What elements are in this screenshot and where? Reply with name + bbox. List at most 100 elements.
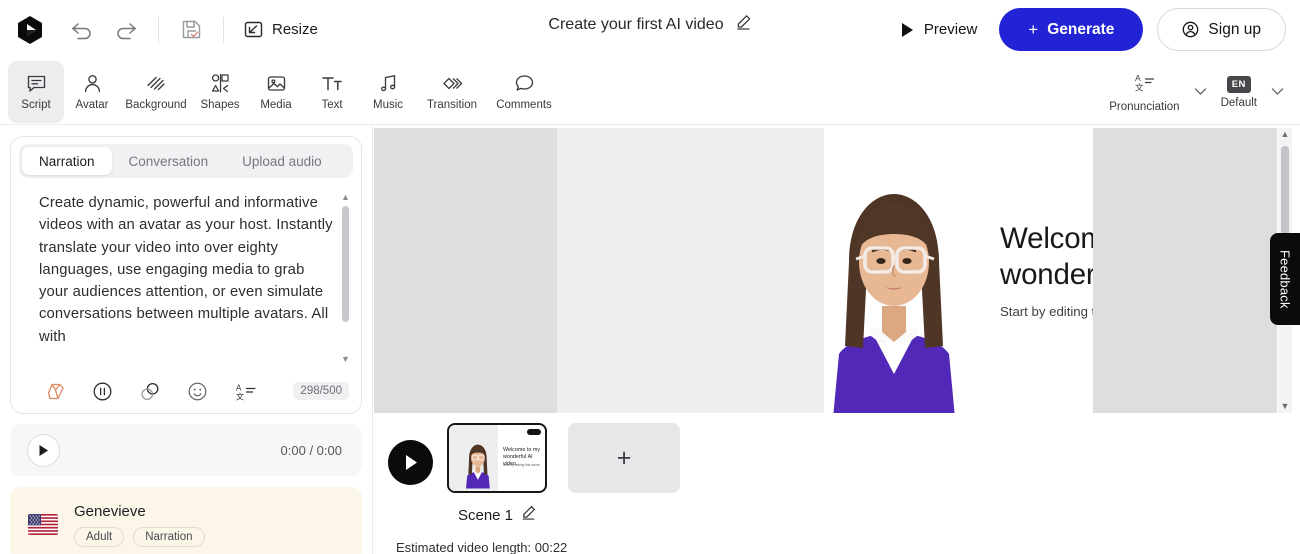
tab-script[interactable]: Script <box>8 60 64 123</box>
canvas-scroll-up-icon[interactable]: ▲ <box>1278 129 1292 139</box>
rename-scene-button[interactable] <box>521 505 536 525</box>
top-header: Resize Create your first AI video Previe… <box>0 0 1300 59</box>
tab-music[interactable]: Music <box>360 61 416 123</box>
play-icon <box>405 455 417 470</box>
feedback-label: Feedback <box>1277 249 1293 309</box>
generate-label: Generate <box>1047 20 1115 38</box>
language-chevron-down-icon[interactable] <box>1265 83 1290 101</box>
tab-comments[interactable]: Comments <box>488 61 560 123</box>
preview-button[interactable]: Preview <box>892 15 985 44</box>
tab-avatar-label: Avatar <box>75 99 109 111</box>
comments-icon <box>514 72 535 94</box>
script-icon <box>26 72 47 94</box>
tab-background[interactable]: Background <box>120 61 192 123</box>
voice-tag-narration: Narration <box>133 526 205 547</box>
tab-script-label: Script <box>21 99 51 111</box>
us-flag-icon <box>28 514 58 535</box>
media-icon <box>266 72 287 94</box>
slide-heading-line1: Welcome to my <box>1000 222 1093 255</box>
undo-button[interactable] <box>60 10 104 50</box>
slide-background-block <box>557 128 824 413</box>
canvas-right-gutter <box>1093 128 1277 413</box>
logo-hex-icon <box>18 15 42 44</box>
player-time: 0:00 / 0:00 <box>280 442 342 458</box>
script-text-area[interactable]: Create dynamic, powerful and informative… <box>11 192 361 364</box>
app-root: Resize Create your first AI video Previe… <box>0 0 1300 554</box>
tab-conversation-label: Conversation <box>128 153 209 169</box>
save-icon <box>182 20 200 39</box>
sign-up-button[interactable]: Sign up <box>1157 8 1286 51</box>
ai-assistant-icon[interactable] <box>47 382 65 401</box>
scroll-down-icon[interactable]: ▼ <box>340 354 351 364</box>
text-icon <box>321 72 343 94</box>
script-sidebar: Narration Conversation Upload audio Crea… <box>0 126 373 554</box>
slide-subtext: Start by editing this scene. <box>1000 304 1093 319</box>
pronunciation-chevron-down-icon[interactable] <box>1188 83 1213 101</box>
tab-shapes[interactable]: Shapes <box>192 61 248 123</box>
scene-thumbnail-1[interactable]: Welcome to my wonderful AI video. Start … <box>447 423 547 493</box>
scene-timeline: Welcome to my wonderful AI video. Start … <box>374 413 1300 554</box>
estimated-length-label: Estimated video length: 00:22 <box>396 540 568 554</box>
play-icon <box>39 444 48 456</box>
resize-button[interactable]: Resize <box>234 12 328 48</box>
redo-button[interactable] <box>104 10 148 50</box>
pencil-icon <box>737 15 751 30</box>
tab-media[interactable]: Media <box>248 61 304 123</box>
undo-icon <box>71 22 91 39</box>
avatar-icon <box>82 72 103 94</box>
music-icon <box>378 72 399 94</box>
background-icon <box>145 72 167 94</box>
header-divider-1 <box>158 16 159 43</box>
add-scene-button[interactable]: + <box>568 423 680 493</box>
canvas-left-gutter <box>374 128 557 413</box>
feedback-tab[interactable]: Feedback <box>1270 233 1300 325</box>
toolbar-tabs: Script Avatar Background Shapes Media Te… <box>0 60 560 123</box>
tab-transition-label: Transition <box>426 99 478 111</box>
video-slide[interactable]: Welcome to my wonderful AI video. Start … <box>557 128 1093 413</box>
redo-icon <box>117 22 137 39</box>
tab-upload-audio[interactable]: Upload audio <box>225 147 339 175</box>
voice-card[interactable]: Genevieve Adult Narration <box>10 487 362 554</box>
toolbar-right-controls: A 文 Pronunciation EN Default <box>1103 59 1290 125</box>
tab-transition[interactable]: Transition <box>416 61 488 123</box>
svg-text:A: A <box>1135 73 1141 83</box>
scrollbar-thumb[interactable] <box>342 206 349 322</box>
script-toolbar: A 文 298/500 <box>11 369 361 413</box>
avatar-image[interactable] <box>787 178 1002 413</box>
sound-effect-icon[interactable] <box>140 382 160 401</box>
tab-text-label: Text <box>321 99 343 111</box>
play-narration-button[interactable] <box>27 433 60 467</box>
canvas-scroll-down-icon[interactable]: ▼ <box>1278 401 1292 411</box>
narration-player: 0:00 / 0:00 <box>10 424 362 476</box>
play-video-button[interactable] <box>388 440 433 485</box>
pronunciation-label: Pronunciation <box>1109 100 1180 113</box>
scroll-up-icon[interactable]: ▲ <box>340 192 351 202</box>
save-button[interactable] <box>169 10 213 50</box>
script-card: Narration Conversation Upload audio Crea… <box>10 136 362 414</box>
tab-conversation[interactable]: Conversation <box>112 147 226 175</box>
tab-background-label: Background <box>125 99 187 111</box>
voice-details: Genevieve Adult Narration <box>74 503 205 547</box>
script-tabs: Narration Conversation Upload audio <box>19 144 353 178</box>
document-title-area: Create your first AI video <box>548 14 751 35</box>
language-label: Default <box>1220 96 1257 109</box>
svg-text:文: 文 <box>1135 82 1144 92</box>
resize-label: Resize <box>272 21 318 38</box>
pause-icon[interactable] <box>93 382 112 401</box>
header-divider-2 <box>223 16 224 43</box>
tab-text[interactable]: Text <box>304 61 360 123</box>
tab-narration[interactable]: Narration <box>22 147 112 175</box>
emoji-icon[interactable] <box>188 382 207 401</box>
slide-text-block[interactable]: Welcome to my wonderful AI video. Start … <box>1000 221 1093 319</box>
script-text: Create dynamic, powerful and informative… <box>39 195 333 345</box>
pronunciation-icon[interactable]: A 文 <box>235 382 257 401</box>
generate-button[interactable]: + Generate <box>999 8 1144 51</box>
language-control[interactable]: EN Default <box>1215 72 1263 113</box>
edit-title-button[interactable] <box>736 14 752 35</box>
script-scrollbar[interactable]: ▲ ▼ <box>340 192 351 364</box>
colossyan-logo[interactable] <box>0 0 60 59</box>
pronunciation-control[interactable]: A 文 Pronunciation <box>1103 68 1185 117</box>
canvas-area: Welcome to my wonderful AI video. Start … <box>374 126 1300 413</box>
tab-avatar[interactable]: Avatar <box>64 61 120 123</box>
transition-icon <box>441 72 464 94</box>
